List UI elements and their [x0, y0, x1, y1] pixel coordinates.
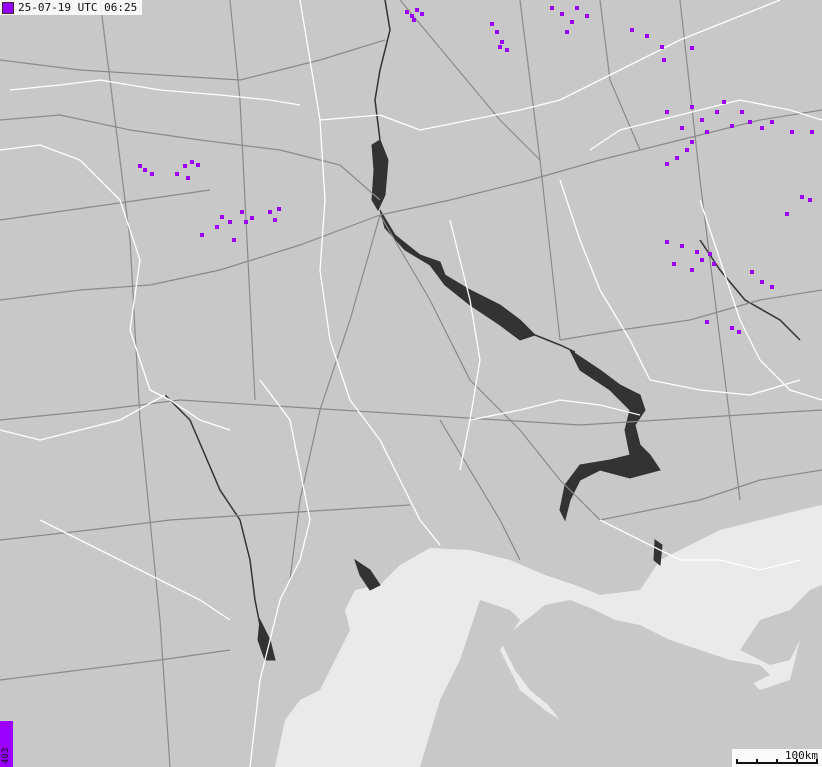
scale-bar: 100km [732, 749, 822, 767]
timestamp-text: 25-07-19 UTC 06:25 [18, 1, 138, 14]
scale-tick [736, 759, 738, 764]
scale-tick [816, 759, 818, 764]
strike-color-swatch [2, 1, 14, 14]
scale-tick [796, 759, 798, 764]
strike-count-bar: 403 [0, 721, 13, 767]
timestamp-label: 25-07-19 UTC 06:25 [0, 0, 143, 15]
map-canvas[interactable] [0, 0, 822, 767]
scale-tick [776, 759, 778, 764]
scale-label: 100km [784, 749, 818, 762]
scale-tick [756, 759, 758, 764]
strike-count-text: 403 [1, 747, 11, 764]
